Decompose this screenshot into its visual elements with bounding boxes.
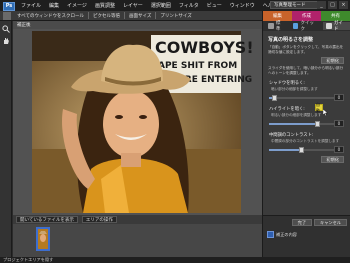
maximize-button[interactable]: □	[328, 1, 337, 9]
status-bar: プロジェクトエリアを隠す	[0, 257, 350, 263]
project-bin-toolbar: 開いているファイルを表示 エリアの操作	[13, 215, 262, 224]
reset-button[interactable]: 初期化	[321, 57, 344, 64]
slider-thumb[interactable]	[314, 121, 320, 127]
mode-tab-icon	[268, 23, 274, 29]
slider-fill	[269, 123, 317, 125]
image-canvas[interactable]: COWBOYS! APE SHIT FROM BEFORE ENTERING	[13, 29, 262, 215]
reset-label: 初期化	[326, 57, 339, 63]
menu-item[interactable]: ファイル	[17, 2, 45, 9]
midtones-value[interactable]: 0	[334, 146, 344, 153]
adjustments-item[interactable]: 補正の内容	[267, 231, 350, 238]
hide-bin-toggle[interactable]: プロジェクトエリアを隠す	[3, 257, 53, 263]
adjustments-label: 補正の内容	[276, 231, 297, 237]
mode-tab-label: クイック	[300, 21, 314, 32]
dropdown-label: エリアの操作	[85, 217, 113, 223]
menu-item[interactable]: フィルタ	[175, 2, 203, 9]
mode-button-label: 写真整理モード	[274, 3, 306, 8]
project-bin	[13, 224, 262, 257]
mode-tab-label: 標準	[275, 21, 281, 32]
panel-title: 写真の明るさを調整	[268, 37, 314, 43]
document-view-tab[interactable]: 補正後	[13, 21, 262, 29]
mode-tab-icon	[326, 23, 332, 29]
panel-description: 「自動」ボタンをクリックして、写真の露出を適切な値に設定します。	[268, 45, 344, 54]
minimize-button[interactable]: _	[317, 1, 326, 9]
zoom-tool-icon[interactable]	[3, 11, 11, 20]
sign-line-1: COWBOYS!	[155, 38, 254, 57]
organizer-mode-button[interactable]: 写真整理モード	[270, 1, 318, 9]
scroll-all-windows-checkbox[interactable]: すべてのウィンドウをスクロール	[14, 13, 87, 19]
mode-tab[interactable]: クイック	[290, 21, 321, 32]
midtones-slider[interactable]: 0	[269, 145, 344, 154]
adjustment-icon	[267, 231, 274, 238]
midtones-label: 中間調のコントラスト:	[269, 133, 314, 138]
reset-button-2[interactable]: 初期化	[321, 156, 344, 163]
show-open-files-dropdown[interactable]: 開いているファイルを表示	[16, 216, 78, 223]
menu-item[interactable]: イメージ	[63, 2, 91, 9]
menu-item[interactable]: ビュー	[203, 2, 226, 9]
auto-button[interactable]: 自動	[315, 102, 323, 113]
options-bar: すべてのウィンドウをスクロール ピクセル等倍 画面サイズ プリントサイズ	[0, 11, 262, 21]
highlights-slider[interactable]: 0	[269, 119, 344, 128]
bin-action-dropdown[interactable]: エリアの操作	[81, 216, 117, 223]
divider	[88, 12, 90, 19]
close-button[interactable]: ×	[339, 1, 348, 9]
view-label: 補正後	[17, 23, 31, 28]
slider-thumb[interactable]	[272, 95, 278, 101]
mouse-cursor-icon	[323, 109, 328, 116]
panel-description-2: スライダを使用して、暗い部分から明るい部分へのトーンを調整します。	[268, 66, 344, 75]
sign-line-2: APE SHIT FROM	[158, 61, 237, 71]
highlights-value[interactable]: 0	[334, 120, 344, 127]
cancel-button[interactable]: キャンセル	[314, 219, 347, 226]
print-size-button[interactable]: プリントサイズ	[157, 13, 194, 19]
midtones-hint: 中間調の部分のコントラストを調整します	[271, 139, 340, 143]
mode-tab-label: ガイド	[333, 21, 343, 32]
shadows-value[interactable]: 0	[334, 94, 344, 101]
done-button[interactable]: 完了	[291, 219, 313, 226]
fit-screen-button[interactable]: 画面サイズ	[126, 13, 154, 19]
divider	[124, 12, 126, 19]
guided-edit-panel: 編集 作成 共有 標準 クイック ガイド 写真の明るさを調整 「自動」ボタンをクリックし…	[262, 11, 350, 257]
slider-thumb[interactable]	[298, 147, 304, 153]
menu-item[interactable]: 編集	[45, 2, 63, 9]
done-label: 完了	[297, 219, 307, 225]
panel-footer: 完了 キャンセル 補正の内容	[263, 215, 350, 257]
highlights-hint: 明るい部分の細部を調整します	[271, 113, 322, 117]
toolbox	[0, 21, 12, 257]
mode-tab-icon	[292, 23, 299, 29]
menu-item[interactable]: 選択範囲	[147, 2, 175, 9]
mode-tab[interactable]: 標準	[265, 21, 288, 32]
slider-track[interactable]	[269, 97, 335, 99]
highlights-label: ハイライトを暗く:	[269, 107, 305, 112]
actual-pixels-button[interactable]: ピクセル等倍	[90, 13, 123, 19]
photo-image: COWBOYS! APE SHIT FROM BEFORE ENTERING	[32, 31, 254, 213]
shadows-hint: 暗い部分の細部を調整します	[271, 87, 318, 91]
menu-item[interactable]: ウィンドウ	[226, 2, 259, 9]
app-logo-icon: Ps	[3, 1, 15, 11]
zoom-tool-icon[interactable]	[1, 24, 10, 33]
divider	[155, 12, 157, 19]
menu-item[interactable]: レイヤー	[119, 2, 147, 9]
shadows-label: シャドウを明るく:	[269, 81, 305, 86]
hand-tool-icon[interactable]	[1, 36, 10, 45]
menu-item[interactable]: 画質調整	[91, 2, 119, 9]
dropdown-label: 開いているファイルを表示	[20, 217, 74, 223]
slider-fill	[269, 149, 301, 151]
shadows-slider[interactable]: 0	[269, 93, 344, 102]
menu-bar: Ps ファイル編集イメージ画質調整レイヤー選択範囲フィルタビューウィンドウヘルプ…	[0, 0, 350, 11]
photo-thumbnail[interactable]	[36, 227, 50, 251]
mode-tab[interactable]: ガイド	[323, 21, 350, 32]
cancel-label: キャンセル	[320, 219, 341, 225]
reset-label: 初期化	[326, 156, 339, 162]
